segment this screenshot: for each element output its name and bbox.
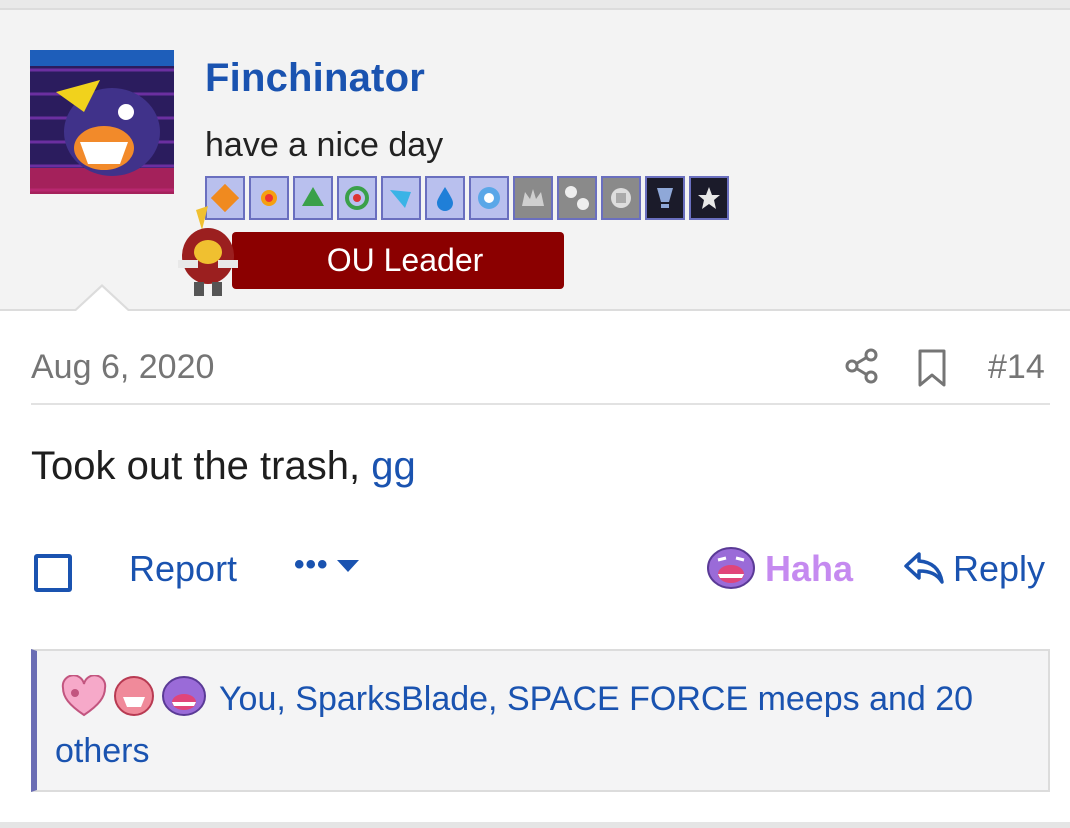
mind-badge-icon (469, 176, 509, 220)
reply-button[interactable]: Reply (953, 548, 1045, 590)
badge-row (205, 176, 733, 222)
star-badge-icon (689, 176, 729, 220)
reactions-bar[interactable]: You, SparksBlade, SPACE FORCE meeps and … (31, 649, 1050, 792)
haha-reaction-icon[interactable] (706, 544, 756, 590)
ellipsis-icon: ••• (294, 548, 329, 581)
gear-badge-icon (337, 176, 377, 220)
crown-badge-icon (513, 176, 553, 220)
orb-badge-icon (601, 176, 641, 220)
drop-badge-icon (425, 176, 465, 220)
report-button[interactable]: Report (129, 548, 237, 590)
top-divider (0, 0, 1070, 10)
link-badge-icon (557, 176, 597, 220)
sun-badge-icon (249, 176, 289, 220)
user-info-block: Finchinator have a nice day OU Leader (0, 10, 1070, 311)
bookmark-icon[interactable] (914, 348, 950, 388)
trophy-badge-icon (645, 176, 685, 220)
wing-badge-icon (381, 176, 421, 220)
post-number[interactable]: #14 (988, 348, 1045, 387)
user-avatar[interactable] (30, 50, 174, 194)
pointer-arrow (74, 284, 130, 311)
post-date[interactable]: Aug 6, 2020 (31, 348, 214, 387)
share-icon[interactable] (842, 346, 882, 386)
post-body: Took out the trash, gg (31, 444, 416, 489)
bottom-divider (0, 822, 1070, 828)
user-title: have a nice day (205, 126, 444, 164)
post-header-divider (31, 403, 1050, 405)
leaf-badge-icon (293, 176, 333, 220)
more-actions-button[interactable]: ••• (294, 548, 359, 582)
username[interactable]: Finchinator (205, 56, 425, 101)
rank-sprite-icon (168, 204, 248, 298)
post-body-text: Took out the trash, (31, 444, 372, 488)
select-checkbox[interactable] (34, 554, 72, 592)
rank-label: OU Leader (326, 242, 484, 278)
reactions-summary[interactable]: You, SparksBlade, SPACE FORCE meeps and … (55, 673, 1015, 777)
reply-arrow-icon[interactable] (902, 550, 946, 586)
rank-banner: OU Leader (232, 232, 564, 289)
caret-down-icon (336, 560, 359, 572)
reaction-label[interactable]: Haha (765, 548, 853, 590)
post-body-link[interactable]: gg (371, 444, 416, 488)
